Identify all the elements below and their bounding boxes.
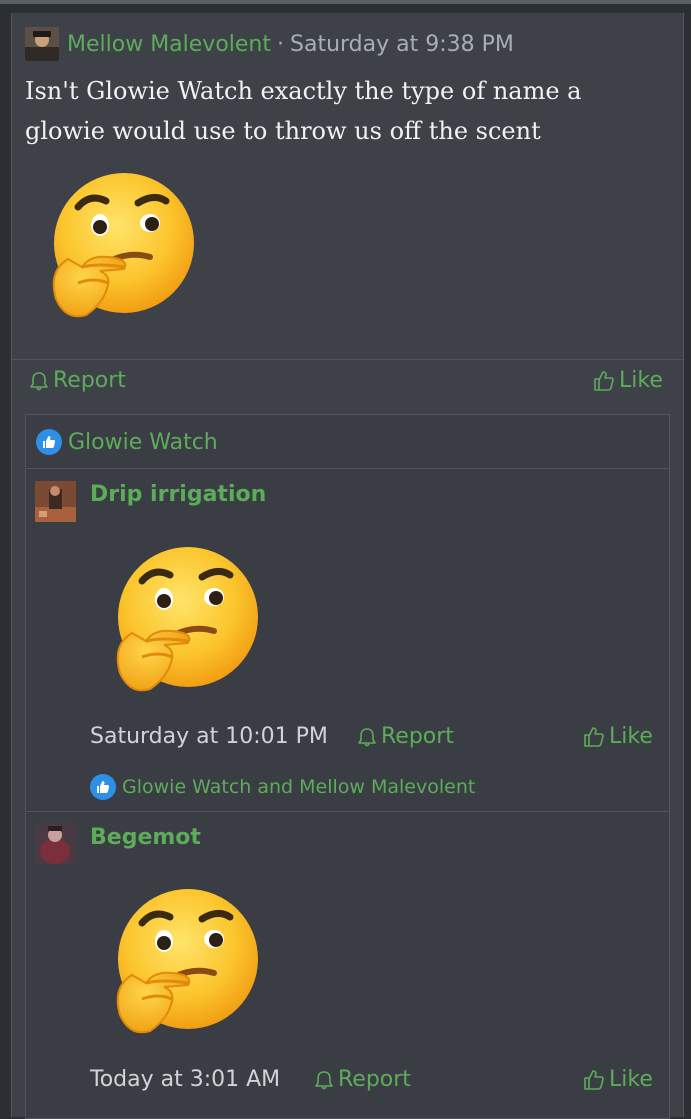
report-label: Report bbox=[53, 368, 126, 393]
bell-icon bbox=[30, 371, 48, 390]
bell-icon bbox=[358, 727, 376, 746]
report-label: Report bbox=[338, 1067, 411, 1092]
post-liked-by: Glowie Watch bbox=[68, 429, 218, 455]
post-likes[interactable]: Glowie Watch bbox=[36, 429, 218, 455]
avatar[interactable] bbox=[25, 27, 59, 61]
like-label: Like bbox=[609, 1067, 653, 1092]
like-button[interactable]: Like bbox=[582, 724, 653, 749]
report-label: Report bbox=[381, 724, 454, 749]
comment-likes[interactable]: Glowie Watch and Mellow Malevolent bbox=[90, 774, 475, 800]
like-label: Like bbox=[609, 724, 653, 749]
report-button[interactable]: Report bbox=[313, 1067, 411, 1092]
thumbs-up-icon bbox=[594, 370, 614, 391]
post-divider bbox=[12, 359, 683, 360]
comment-author[interactable]: Drip irrigation bbox=[90, 482, 266, 507]
bell-icon bbox=[315, 1070, 333, 1089]
post-timestamp[interactable]: Saturday at 9:38 PM bbox=[290, 32, 514, 57]
thinking-face-emoji bbox=[102, 887, 262, 1047]
thinking-face-emoji bbox=[102, 545, 262, 705]
thinking-face-emoji bbox=[38, 171, 198, 331]
report-button[interactable]: Report bbox=[356, 724, 454, 749]
comment-liked-by: Glowie Watch and Mellow Malevolent bbox=[122, 776, 476, 798]
like-badge-icon bbox=[36, 429, 62, 455]
avatar[interactable] bbox=[35, 823, 76, 864]
like-label: Like bbox=[619, 368, 663, 393]
like-button[interactable]: Like bbox=[582, 1067, 653, 1092]
thumbs-up-icon bbox=[584, 726, 604, 747]
separator: · bbox=[277, 31, 284, 57]
comment-timestamp[interactable]: Today at 3:01 AM bbox=[90, 1067, 280, 1092]
thumbs-up-icon bbox=[584, 1069, 604, 1090]
comment-item: Begemot Today at 3:01 AM Report Like bbox=[26, 811, 669, 1117]
like-button[interactable]: Like bbox=[592, 368, 663, 393]
post-body: Isn't Glowie Watch exactly the type of n… bbox=[25, 77, 582, 145]
post-card: Mellow Malevolent · Saturday at 9:38 PM … bbox=[11, 13, 684, 1119]
comment-item: Drip irrigation Saturday at 10:01 PM Rep… bbox=[26, 468, 669, 812]
post-author[interactable]: Mellow Malevolent bbox=[67, 32, 271, 57]
comments-block: Glowie Watch Drip irrigation Saturday at… bbox=[25, 414, 670, 1119]
report-button[interactable]: Report bbox=[28, 368, 126, 393]
comment-author[interactable]: Begemot bbox=[90, 825, 201, 850]
comment-timestamp[interactable]: Saturday at 10:01 PM bbox=[90, 724, 328, 749]
avatar[interactable] bbox=[35, 481, 76, 522]
post-header: Mellow Malevolent · Saturday at 9:38 PM bbox=[25, 27, 514, 61]
like-badge-icon bbox=[90, 774, 116, 800]
top-border bbox=[0, 0, 691, 4]
